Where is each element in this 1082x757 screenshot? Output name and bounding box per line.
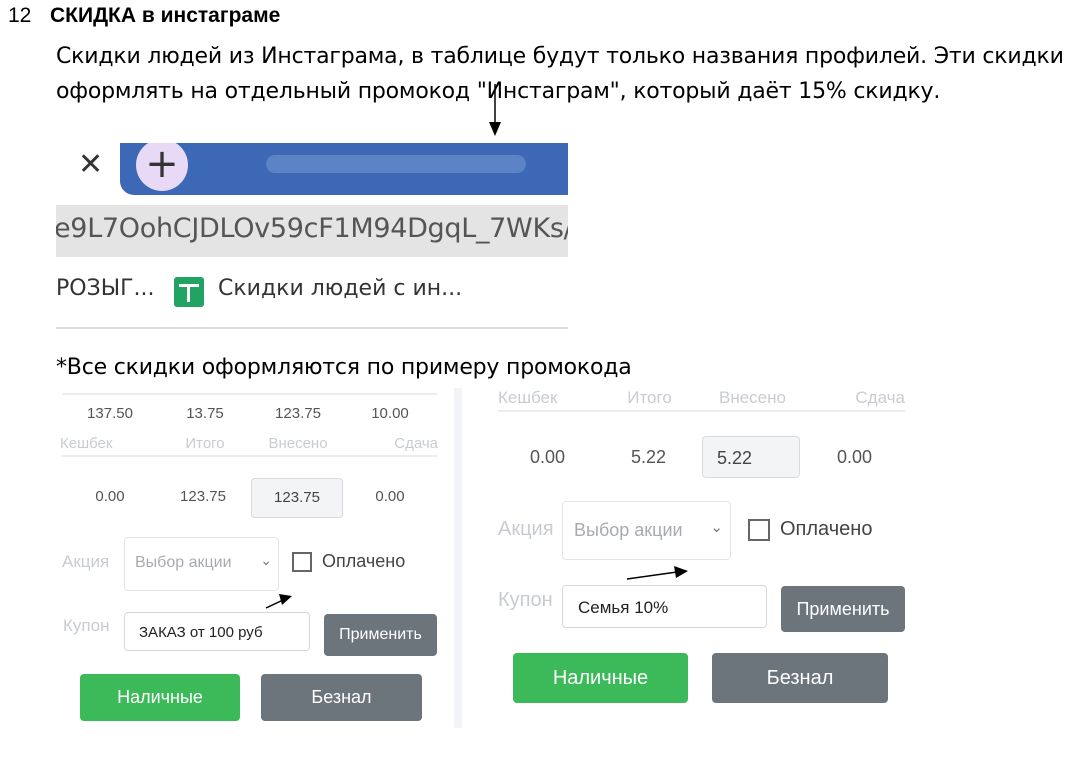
- coupon-arrows: [265, 566, 688, 609]
